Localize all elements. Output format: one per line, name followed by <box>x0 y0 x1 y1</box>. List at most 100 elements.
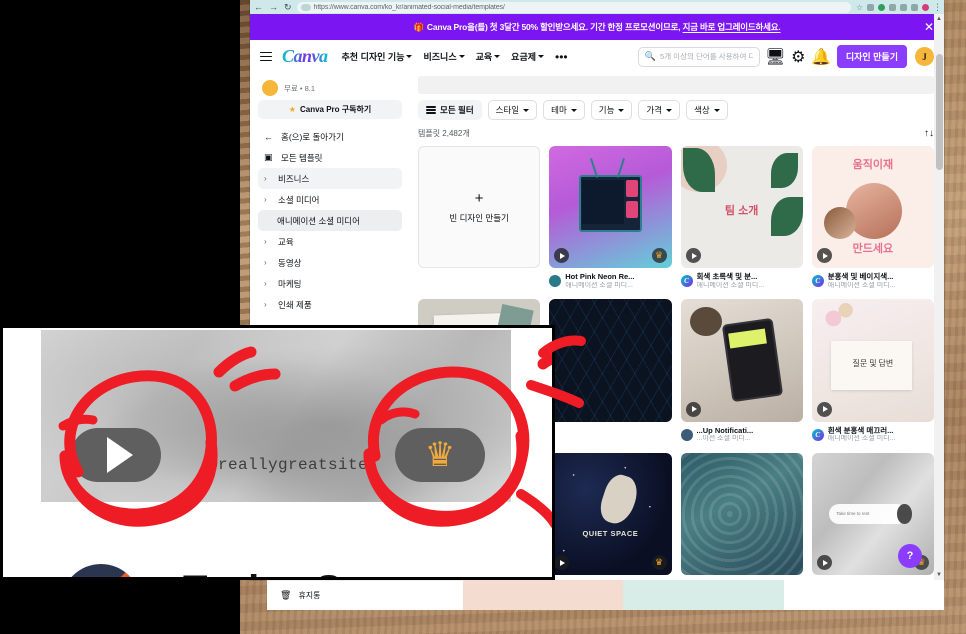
strip-thumb[interactable] <box>623 580 784 610</box>
filter-chip-label: 색상 <box>694 105 710 115</box>
template-thumbnail[interactable]: 움직이재 만드세요 <box>811 146 934 269</box>
template-card[interactable]: 움직이재 만드세요 C 분홍색 및 베이지색... 애니메이션 소셜 미디... <box>811 146 934 290</box>
template-thumbnail[interactable]: QUIET SPACE ♛ <box>549 452 672 575</box>
canva-logo[interactable]: Canva <box>282 46 328 67</box>
nav-item-education[interactable]: 교육 <box>476 50 501 63</box>
sort-icon[interactable]: ↑↓ <box>924 128 934 139</box>
extension-icon-5[interactable] <box>911 3 918 11</box>
chevron-right-icon: › <box>264 195 267 204</box>
strip-thumb[interactable] <box>783 580 944 610</box>
sidebar-item-video[interactable]: › 동영상 <box>258 252 402 273</box>
reload-icon[interactable]: ↻ <box>284 2 292 13</box>
template-thumbnail[interactable]: 질문 및 답변 <box>811 299 934 422</box>
play-icon[interactable] <box>816 401 832 417</box>
template-card[interactable] <box>549 299 672 443</box>
filter-chip-feature[interactable]: 기능 <box>590 100 633 120</box>
nav-item-label: 추천 디자인 기능 <box>341 52 405 62</box>
author-avatar <box>549 275 562 288</box>
play-icon[interactable] <box>685 401 701 417</box>
nav-links: 추천 디자인 기능 비즈니스 교육 요금제 ••• <box>342 50 568 63</box>
play-icon[interactable] <box>685 248 701 264</box>
browser-nav-controls: ← → ↻ <box>254 2 292 13</box>
template-category: ...이션 소셜 미디... <box>696 435 751 442</box>
crown-icon: ♛ <box>651 248 667 264</box>
template-thumbnail[interactable] <box>549 299 672 422</box>
play-icon[interactable] <box>816 248 832 264</box>
back-arrow-icon[interactable]: ← <box>254 2 263 12</box>
filter-chip-color[interactable]: 색상 <box>686 100 728 120</box>
create-blank-design-tile[interactable]: + 빈 디자인 만들기 <box>418 146 541 269</box>
sidebar-item-all-templates[interactable]: ▣ 모든 템플릿 <box>258 147 402 168</box>
extension-icon-4[interactable] <box>900 3 907 11</box>
hamburger-menu-icon[interactable] <box>260 51 272 62</box>
canva-top-nav: Canva 추천 디자인 기능 비즈니스 교육 요금제 ••• 🔍 🖥 ⚙ 🔔 … <box>250 40 944 74</box>
scroll-up-icon[interactable]: ▲ <box>934 14 944 24</box>
template-thumbnail[interactable] <box>680 452 803 575</box>
sidebar-trash-item[interactable]: 🗑 휴지통 <box>267 580 463 610</box>
bookmark-star-icon[interactable]: ☆ <box>856 3 863 11</box>
template-card[interactable]: 팀 소개 C 회색 초록색 및 분... 애니메이션 소셜 미디... <box>680 146 803 290</box>
extension-icon-2[interactable] <box>878 3 885 11</box>
help-button[interactable]: ? <box>898 544 922 568</box>
profile-avatar-icon[interactable] <box>922 3 929 11</box>
template-card[interactable]: ...lue Summe... ...이션 소셜 미디... <box>680 452 803 580</box>
play-icon[interactable] <box>71 428 161 482</box>
promo-banner-text: 🎁 Canva Pro을(를) 첫 3달간 50% 할인받으세요. 기간 한정 프… <box>413 21 780 33</box>
sidebar-item-social-media[interactable]: › 소셜 미디어 <box>258 189 402 210</box>
filter-chip-price[interactable]: 가격 <box>638 100 681 120</box>
scrollbar-thumb[interactable] <box>935 54 943 170</box>
extension-icon-1[interactable] <box>867 3 874 11</box>
template-thumbnail[interactable]: 팀 소개 <box>680 146 803 269</box>
template-card[interactable]: ...Up Notificati... ...이션 소셜 미디... <box>680 299 803 443</box>
template-card[interactable]: ♛ Hot Pink Neon Re... 애니메이션 소셜 미디... <box>549 146 672 290</box>
template-thumbnail[interactable] <box>680 299 803 422</box>
chrome-menu-icon[interactable]: ⋮ <box>933 2 942 11</box>
nav-item-pricing[interactable]: 요금제 <box>511 50 545 63</box>
sidebar-item-animated-social-media[interactable]: 애니메이션 소셜 미디어 <box>258 210 402 231</box>
template-thumbnail[interactable]: ♛ <box>549 146 672 269</box>
filter-chip-theme[interactable]: 테마 <box>543 100 585 120</box>
nav-item-design-features[interactable]: 추천 디자인 기능 <box>342 50 413 63</box>
filter-chip-label: 가격 <box>646 105 663 115</box>
template-meta: C 흰색 분홍색 매끄러... 애니메이션 소셜 미디... <box>811 426 934 444</box>
gear-icon[interactable]: ⚙ <box>791 49 806 66</box>
all-filters-button[interactable]: 모든 필터 <box>418 100 482 120</box>
close-icon[interactable]: ✕ <box>924 21 934 33</box>
avatar[interactable]: J <box>915 47 934 66</box>
sidebar-item-back-home[interactable]: ← 홈(으)로 돌아가기 <box>258 126 402 147</box>
sidebar-pro-subscribe-button[interactable]: ★ Canva Pro 구독하기 <box>258 100 402 119</box>
sidebar-item-marketing[interactable]: › 마케팅 <box>258 273 402 294</box>
display-icon[interactable]: 🖥 <box>765 49 785 66</box>
desktop-dark-region-bottom <box>0 580 240 634</box>
vertical-scrollbar[interactable]: ▲ ▼ <box>934 14 944 580</box>
sidebar-item-education[interactable]: › 교육 <box>258 231 402 252</box>
template-card[interactable]: QUIET SPACE ♛ Blue Illustrative ... 애니메이… <box>549 452 672 580</box>
sidebar-item-business[interactable]: › 비즈니스 <box>258 168 402 189</box>
promo-banner: 🎁 Canva Pro을(를) 첫 3달간 50% 할인받으세요. 기간 한정 프… <box>250 14 944 40</box>
search-input[interactable] <box>660 52 753 61</box>
template-card[interactable]: 질문 및 답변 C 흰색 분홍색 매끄러... 애니메이션 소셜 미디... <box>811 299 934 444</box>
strip-thumb[interactable] <box>463 580 624 610</box>
chevron-down-icon <box>494 55 501 58</box>
extension-icon-3[interactable] <box>889 3 896 11</box>
bell-icon[interactable]: 🔔 <box>811 49 831 66</box>
nav-more-icon[interactable]: ••• <box>555 51 568 63</box>
template-meta: Hot Pink Neon Re... 애니메이션 소셜 미디... <box>549 272 671 290</box>
sidebar-item-print-products[interactable]: › 인쇄 제품 <box>258 294 402 315</box>
screen: ← → ↻ https://www.canva.com/ko_kr/animat… <box>0 0 966 634</box>
filter-chip-style[interactable]: 스타일 <box>487 100 538 120</box>
address-bar[interactable]: https://www.canva.com/ko_kr/animated-soc… <box>296 1 851 13</box>
nav-item-business[interactable]: 비즈니스 <box>423 50 465 63</box>
chevron-down-icon <box>523 108 530 112</box>
trash-icon: 🗑 <box>280 590 292 600</box>
create-design-button[interactable]: 디자인 만들기 <box>836 45 907 68</box>
crown-icon[interactable]: ♛ <box>395 428 485 482</box>
promo-upgrade-link[interactable]: 지금 바로 업그레이드하세요. <box>683 22 781 32</box>
create-blank-design-card[interactable]: + 빈 디자인 만들기 <box>418 146 541 290</box>
search-box[interactable]: 🔍 <box>637 46 760 67</box>
play-icon[interactable] <box>554 248 570 264</box>
account-row[interactable]: 무료 • 8.1 <box>258 78 402 100</box>
forward-arrow-icon[interactable]: → <box>269 2 278 12</box>
scroll-down-icon[interactable]: ▼ <box>934 570 944 580</box>
play-icon[interactable] <box>816 555 832 570</box>
